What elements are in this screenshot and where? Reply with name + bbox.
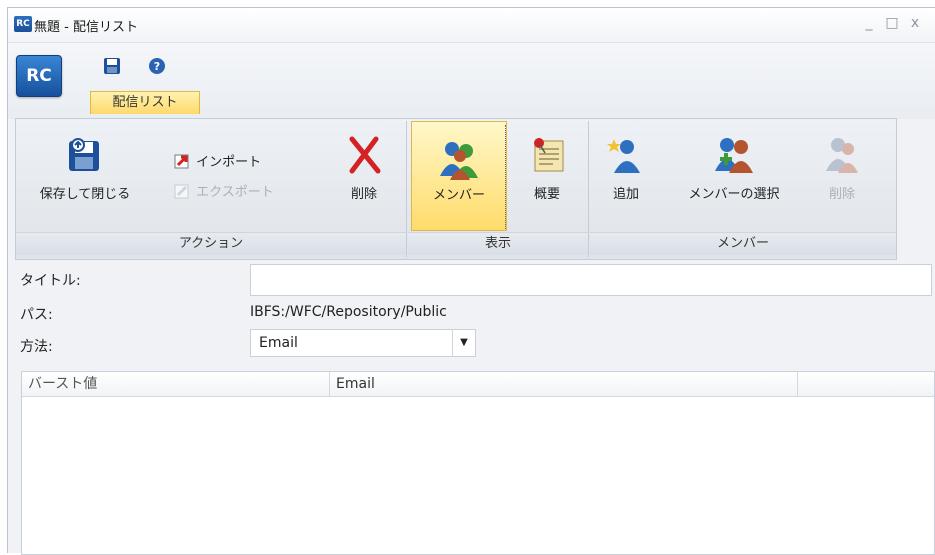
- view-members-button[interactable]: メンバー: [411, 121, 507, 231]
- add-member-button[interactable]: 追加: [596, 135, 656, 202]
- app-window: RC 無題 - 配信リスト _ □ x RC ? 配信リスト 保存して閉じる イ…: [7, 7, 935, 555]
- delete-button[interactable]: 削除: [334, 135, 394, 202]
- maximize-button[interactable]: □: [883, 14, 901, 32]
- table-header: バースト値 Email: [22, 372, 934, 397]
- view-summary-label: 概要: [533, 187, 560, 202]
- summary-icon: [534, 138, 564, 172]
- quick-access-bar: RC ? 配信リスト: [8, 43, 935, 119]
- save-close-icon: [69, 138, 99, 171]
- delete-member-icon: [826, 138, 858, 173]
- delete-label: 削除: [350, 187, 377, 202]
- svg-text:?: ?: [154, 60, 160, 73]
- path-label: パス:: [20, 307, 53, 323]
- title-input[interactable]: [250, 264, 932, 296]
- view-summary-button[interactable]: 概要: [510, 135, 584, 202]
- save-close-button[interactable]: 保存して閉じる: [20, 135, 150, 202]
- select-members-icon: [715, 138, 753, 173]
- column-header-email[interactable]: Email: [330, 372, 798, 396]
- method-select[interactable]: Email ▼: [250, 329, 476, 357]
- app-menu-button[interactable]: RC: [16, 55, 62, 97]
- group-action: 保存して閉じる インポート エクスポート 削除 アクション: [16, 121, 407, 257]
- delete-member-label: 削除: [828, 187, 855, 202]
- import-label: インポート: [196, 155, 262, 170]
- chevron-down-icon[interactable]: ▼: [452, 330, 475, 356]
- help-icon[interactable]: ?: [148, 57, 166, 75]
- group-members-label: メンバー: [590, 232, 896, 255]
- export-label: エクスポート: [196, 185, 274, 200]
- path-value: IBFS:/WFC/Repository/Public: [250, 304, 447, 320]
- group-members: 追加 メンバーの選択 削除 メンバー: [590, 121, 896, 257]
- title-bar: RC 無題 - 配信リスト _ □ x: [8, 8, 935, 43]
- column-header-extra[interactable]: [798, 372, 934, 396]
- add-member-label: 追加: [612, 187, 639, 202]
- minimize-button[interactable]: _: [860, 14, 878, 32]
- members-view-icon: [440, 142, 478, 180]
- select-members-label: メンバーの選択: [688, 187, 780, 202]
- tab-distribution-list[interactable]: 配信リスト: [90, 91, 200, 114]
- column-header-burst-value[interactable]: バースト値: [22, 372, 330, 396]
- import-icon: [174, 154, 189, 169]
- export-button[interactable]: エクスポート: [174, 181, 274, 200]
- title-label: タイトル:: [20, 273, 81, 289]
- method-value: Email: [259, 335, 298, 351]
- export-icon: [174, 184, 189, 199]
- group-action-label: アクション: [16, 232, 406, 255]
- delete-icon: [349, 136, 381, 174]
- save-icon[interactable]: [103, 57, 121, 75]
- save-close-label: 保存して閉じる: [39, 187, 131, 202]
- app-badge-icon: RC: [14, 16, 32, 32]
- separator: [505, 125, 506, 229]
- burst-table: バースト値 Email: [21, 371, 935, 555]
- view-members-label: メンバー: [432, 188, 485, 203]
- delete-member-button[interactable]: 削除: [812, 135, 872, 202]
- window-title: 無題 - 配信リスト: [34, 20, 138, 35]
- group-view: メンバー 概要 表示: [408, 121, 589, 257]
- select-members-button[interactable]: メンバーの選択: [668, 135, 800, 202]
- import-button[interactable]: インポート: [174, 151, 261, 170]
- method-label: 方法:: [20, 339, 53, 355]
- add-member-icon: [607, 139, 640, 173]
- group-view-label: 表示: [408, 232, 588, 255]
- ribbon: 保存して閉じる インポート エクスポート 削除 アクション メンバー 概要 表示…: [15, 118, 897, 260]
- close-button[interactable]: x: [906, 14, 924, 32]
